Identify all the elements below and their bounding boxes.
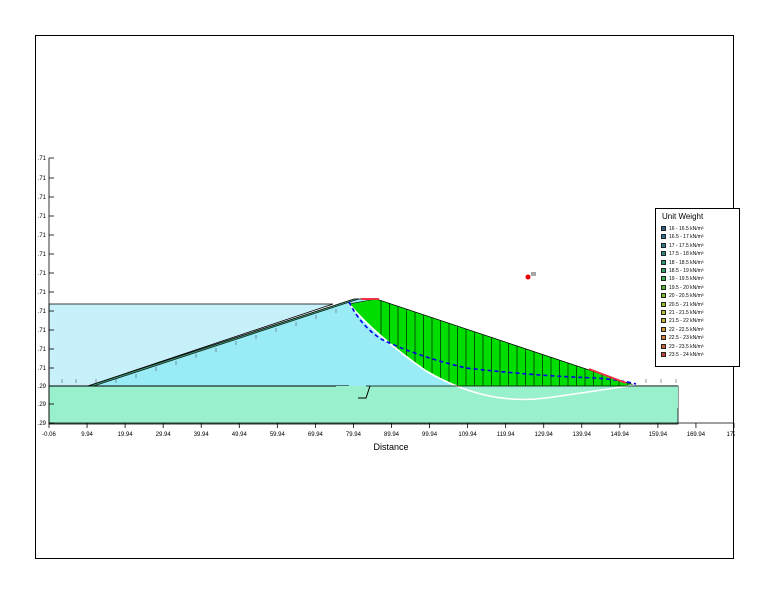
legend-item: 21.5 - 22 kN/m³ [661, 318, 703, 326]
x-tick-label: 69.94 [308, 432, 324, 438]
y-tick-label: .71 [38, 347, 47, 353]
legend-label: 16.5 - 17 kN/m³ [669, 234, 704, 241]
y-tick-label: .71 [38, 309, 47, 315]
x-tick-label: 129.94 [535, 432, 554, 438]
legend-label: 19 - 19.5 kN/m³ [669, 276, 704, 283]
legend-label: 17 - 17.5 kN/m³ [669, 242, 704, 249]
legend-swatch [661, 259, 666, 265]
legend-label: 18.5 - 19 kN/m³ [669, 268, 704, 274]
legend-item: 19.5 - 20 kN/m³ [661, 284, 704, 293]
legend-label: 20 - 20.5 kN/m³ [669, 293, 704, 300]
legend-item: 23.5 - 24 kN/m³ [661, 352, 703, 360]
legend-swatch [661, 301, 666, 307]
x-tick-label: 39.94 [194, 432, 210, 438]
y-tick-label: .71 [38, 176, 47, 182]
x-axis-label: Distance [373, 442, 408, 452]
legend-item: 17 - 17.5 kN/m³ [661, 242, 704, 251]
y-tick-label: .71 [38, 366, 47, 372]
legend-item: 20 - 20.5 kN/m³ [661, 293, 703, 301]
y-tick-label: .71 [38, 290, 47, 296]
y-tick-label: .29 [38, 384, 47, 390]
x-tick-label: 59.94 [270, 432, 286, 438]
y-tick-label: .71 [38, 233, 47, 239]
legend-item: 23 - 23.5 kN/m³ [661, 343, 704, 352]
y-tick-label: .71 [38, 252, 47, 258]
legend-swatch [661, 251, 666, 257]
legend-item: 17.5 - 18 kN/m³ [661, 251, 703, 259]
legend-item: 16 - 16.5 kN/m³ [661, 226, 703, 234]
legend-item: 18 - 18.5 kN/m³ [661, 259, 704, 268]
x-tick-label: 79.94 [346, 432, 362, 438]
y-tick-label: .71 [38, 214, 47, 220]
x-tick-label: 169.94 [687, 432, 706, 438]
point-marker [525, 274, 531, 280]
x-tick-label: 119.94 [497, 432, 516, 438]
x-tick-label: 19.94 [118, 432, 134, 438]
slip-slices [336, 298, 678, 408]
y-tick-label: .71 [38, 156, 47, 162]
legend-label: 17.5 - 18 kN/m³ [669, 251, 704, 258]
x-tick-label: 29.94 [156, 432, 172, 438]
x-tick-label: 139.94 [573, 432, 592, 438]
legend-swatch [661, 318, 666, 324]
legend-box: Unit Weight 16 - 16.5 kN/m³ 16.5 - 17 kN/… [655, 208, 740, 367]
legend-title: Unit Weight [662, 212, 704, 221]
x-tick-label: 49.94 [232, 432, 248, 438]
legend-label: 19.5 - 20 kN/m³ [669, 284, 704, 291]
legend-label: 23 - 23.5 kN/m³ [669, 343, 704, 350]
legend-label: 18 - 18.5 kN/m³ [669, 259, 704, 266]
legend-label: 21.5 - 22 kN/m³ [669, 318, 704, 325]
legend-label: 16 - 16.5 kN/m³ [669, 226, 704, 232]
x-tick-label: 89.94 [384, 432, 400, 438]
legend-item: 22 - 22.5 kN/m³ [661, 326, 704, 335]
plot-frame: .29 .29 .29 .71 .71 .71 .71 .71 .71 .71 .71 .71 .71.… [35, 35, 740, 559]
legend-label: 22.5 - 23 kN/m³ [669, 335, 704, 342]
slope-stability-plot: .29 .29 .29 .71 .71 .71 .71 .71 .71 .71 .71 .71 .71.… [38, 156, 735, 452]
legend-swatch [661, 335, 666, 341]
x-tick-label: 9.94 [81, 432, 93, 438]
legend-item: 19 - 19.5 kN/m³ [661, 276, 703, 284]
y-tick-label: .71 [38, 195, 47, 201]
x-tick-label: 99.94 [422, 432, 438, 438]
legend-item: 21 - 21.5 kN/m³ [661, 310, 703, 318]
legend-swatch [661, 268, 666, 273]
y-tick-label: .29 [38, 402, 47, 408]
legend-swatch [661, 343, 666, 349]
legend-label: 23.5 - 24 kN/m³ [669, 352, 704, 358]
legend-label: 22 - 22.5 kN/m³ [669, 326, 704, 333]
legend-label: 21 - 21.5 kN/m³ [669, 310, 704, 316]
legend-item: 18.5 - 19 kN/m³ [661, 268, 703, 276]
legend-item: 16.5 - 17 kN/m³ [661, 234, 703, 242]
legend-swatch [661, 310, 666, 315]
legend-swatch [661, 293, 666, 299]
x-tick-label: 179.9 [726, 432, 735, 438]
y-tick-label: .71 [38, 328, 47, 334]
x-tick-label: -0.06 [42, 432, 56, 438]
legend-swatch [661, 276, 666, 282]
x-tick-label: 149.94 [611, 432, 630, 438]
legend-item: 20.5 - 21 kN/m³ [661, 301, 704, 310]
legend-label: 20.5 - 21 kN/m³ [669, 301, 704, 308]
x-tick-label: 109.94 [458, 432, 477, 438]
y-axis: .29 .29 .29 .71 .71 .71 .71 .71 .71 .71 .71 .71 .71.… [38, 156, 54, 427]
x-axis: -0.06 9.94 19.94 29.94 39.94 49.94 59.94 69.94 7… [42, 422, 735, 438]
legend-swatch [661, 234, 666, 240]
y-tick-label: .29 [38, 421, 47, 427]
legend-swatch [661, 352, 666, 357]
legend-swatch [661, 226, 666, 231]
legend-item: 22.5 - 23 kN/m³ [661, 335, 703, 343]
legend-swatch [661, 242, 666, 248]
x-tick-label: 159.94 [649, 432, 668, 438]
legend-swatch [661, 284, 666, 290]
y-tick-label: .71 [38, 271, 47, 277]
legend-swatch [661, 326, 666, 332]
foundation-strip [336, 386, 678, 408]
